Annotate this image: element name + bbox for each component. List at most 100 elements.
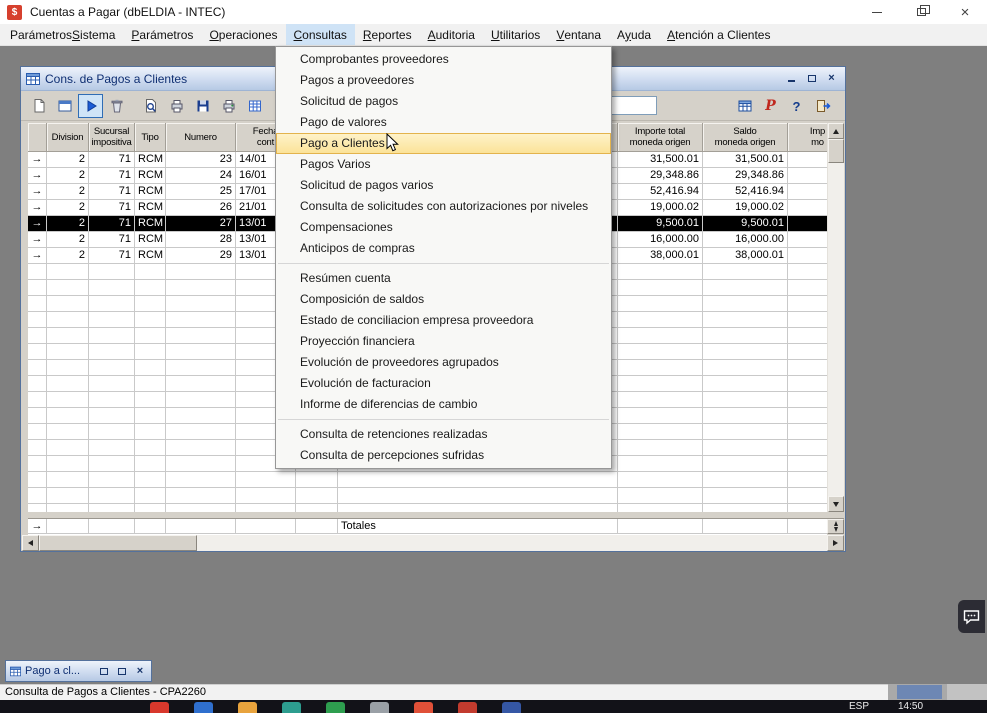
column-header-tipo[interactable]: Tipo xyxy=(135,123,166,152)
cell-sel[interactable]: → xyxy=(28,519,47,534)
cell-division[interactable]: 2 xyxy=(47,232,89,248)
cell-numero[interactable] xyxy=(166,519,236,534)
close-button[interactable]: × xyxy=(943,0,987,24)
menu-item-compensaciones[interactable]: Compensaciones xyxy=(276,217,611,238)
cell-saldo[interactable]: 52,416.94 xyxy=(703,184,788,200)
cell-importe[interactable]: 16,000.00 xyxy=(618,232,703,248)
taskbar-clock[interactable]: 14:50 xyxy=(898,701,923,712)
menu-item-composicion-de-saldos[interactable]: Composición de saldos xyxy=(276,289,611,310)
cell-extra1[interactable] xyxy=(296,519,338,534)
cell-importe[interactable]: 29,348.86 xyxy=(618,168,703,184)
scroll-down-button[interactable] xyxy=(828,496,844,512)
vertical-scrollbar[interactable] xyxy=(827,123,844,512)
cell-tipo[interactable] xyxy=(135,519,166,534)
restore-button[interactable] xyxy=(899,0,943,24)
menu-item-pago-a-clientes[interactable]: Pago a Clientes xyxy=(276,133,611,154)
cell-tipo[interactable]: RCM xyxy=(135,184,166,200)
menu-item-informe-de-diferencias-de-cambio[interactable]: Informe de diferencias de cambio xyxy=(276,394,611,415)
menu-item-pagos-varios[interactable]: Pagos Varios xyxy=(276,154,611,175)
cell-tipo[interactable]: RCM xyxy=(135,248,166,264)
cell-sucursal[interactable]: 71 xyxy=(89,184,135,200)
pesos-button[interactable]: P xyxy=(758,94,783,118)
menubar-item-reportes[interactable]: Reportes xyxy=(355,24,420,45)
menu-item-consulta-de-percepciones-sufridas[interactable]: Consulta de percepciones sufridas xyxy=(276,445,611,466)
taskbar-icon[interactable] xyxy=(150,702,169,713)
taskbar-icon[interactable] xyxy=(370,702,389,713)
run-query-button[interactable] xyxy=(78,94,103,118)
cell-sucursal[interactable]: 71 xyxy=(89,248,135,264)
print-alt-button[interactable] xyxy=(216,94,241,118)
menu-item-anticipos-de-compras[interactable]: Anticipos de compras xyxy=(276,238,611,259)
preview-button[interactable] xyxy=(138,94,163,118)
cell-sucursal[interactable]: 71 xyxy=(89,200,135,216)
taskbar-icon[interactable] xyxy=(458,702,477,713)
cell-sucursal[interactable]: 71 xyxy=(89,168,135,184)
save-button[interactable] xyxy=(190,94,215,118)
cell-imp2[interactable] xyxy=(788,216,827,232)
taskbar-icon[interactable] xyxy=(282,702,301,713)
cell-importe[interactable]: 19,000.02 xyxy=(618,200,703,216)
taskbar-icon[interactable] xyxy=(194,702,213,713)
cell-sucursal[interactable] xyxy=(89,519,135,534)
menubar-item-auditoria[interactable]: Auditoria xyxy=(420,24,483,45)
menu-item-proyeccion-financiera[interactable]: Proyección financiera xyxy=(276,331,611,352)
row-splitter[interactable] xyxy=(827,519,844,534)
exit-button[interactable] xyxy=(810,94,835,118)
menubar-item-operaciones[interactable]: Operaciones xyxy=(201,24,285,45)
cell-sucursal[interactable]: 71 xyxy=(89,232,135,248)
cell-numero[interactable]: 23 xyxy=(166,152,236,168)
cell-saldo[interactable]: 19,000.02 xyxy=(703,200,788,216)
menubar-item-parametros-sistema[interactable]: Parámetros Sistema xyxy=(2,24,123,45)
cell-tipo[interactable]: RCM xyxy=(135,152,166,168)
column-header-imp-mo[interactable]: Impmo xyxy=(788,123,827,152)
titlebar[interactable]: $ Cuentas a Pagar (dbELDIA - INTEC) × xyxy=(0,0,987,24)
menubar-item-ayuda[interactable]: Ayuda xyxy=(609,24,659,45)
cell-sel[interactable]: → xyxy=(28,216,47,232)
taskbar-icon[interactable] xyxy=(414,702,433,713)
menu-item-estado-de-conciliacion-empresa-proveedora[interactable]: Estado de conciliacion empresa proveedor… xyxy=(276,310,611,331)
cell-imp2[interactable] xyxy=(788,519,827,534)
horizontal-scrollbar[interactable] xyxy=(22,535,844,551)
cell-saldo[interactable] xyxy=(703,519,788,534)
cell-division[interactable]: 2 xyxy=(47,248,89,264)
export-grid-button[interactable] xyxy=(242,94,267,118)
cell-sel[interactable]: → xyxy=(28,200,47,216)
cell-numero[interactable]: 29 xyxy=(166,248,236,264)
totales-grid-row[interactable]: → Totales xyxy=(28,519,827,535)
cell-importe[interactable]: 9,500.01 xyxy=(618,216,703,232)
cell-saldo[interactable]: 38,000.01 xyxy=(703,248,788,264)
taskbar-icon[interactable] xyxy=(502,702,521,713)
cell-sel[interactable]: → xyxy=(28,248,47,264)
cell-tipo[interactable]: RCM xyxy=(135,168,166,184)
menu-item-evolucion-de-facturacion[interactable]: Evolución de facturacion xyxy=(276,373,611,394)
menu-item-evolucion-de-proveedores-agrupados[interactable]: Evolución de proveedores agrupados xyxy=(276,352,611,373)
menu-item-consulta-de-retenciones-realizadas[interactable]: Consulta de retenciones realizadas xyxy=(276,424,611,445)
menu-item-solicitud-de-pagos[interactable]: Solicitud de pagos xyxy=(276,91,611,112)
taskbar-language[interactable]: ESP xyxy=(849,701,869,712)
menubar-item-atencion-a-clientes[interactable]: Atención a Clientes xyxy=(659,24,778,45)
cell-imp2[interactable] xyxy=(788,152,827,168)
cell-numero[interactable]: 25 xyxy=(166,184,236,200)
cell-division[interactable]: 2 xyxy=(47,184,89,200)
cell-importe[interactable]: 31,500.01 xyxy=(618,152,703,168)
horizontal-scroll-track[interactable] xyxy=(39,535,827,551)
cell-division[interactable]: 2 xyxy=(47,168,89,184)
cell-sel[interactable]: → xyxy=(28,168,47,184)
column-header-sel[interactable] xyxy=(28,123,47,152)
cell-division[interactable] xyxy=(47,519,89,534)
menubar-item-ventana[interactable]: Ventana xyxy=(548,24,609,45)
min-close-button[interactable]: × xyxy=(133,665,147,678)
cell-importe[interactable]: 52,416.94 xyxy=(618,184,703,200)
cell-imp2[interactable] xyxy=(788,168,827,184)
menu-item-resumen-cuenta[interactable]: Resúmen cuenta xyxy=(276,268,611,289)
column-header-saldo-moneda-origen[interactable]: Saldomoneda origen xyxy=(703,123,788,152)
delete-record-button[interactable] xyxy=(104,94,129,118)
open-form-button[interactable] xyxy=(52,94,77,118)
cell-concepto[interactable]: Totales xyxy=(338,519,618,534)
cell-imp2[interactable] xyxy=(788,248,827,264)
min-restore-button[interactable] xyxy=(97,665,111,678)
menu-item-consulta-de-solicitudes-con-autorizaciones-por-niveles[interactable]: Consulta de solicitudes con autorizacion… xyxy=(276,196,611,217)
cell-sucursal[interactable]: 71 xyxy=(89,216,135,232)
scroll-right-button[interactable] xyxy=(827,535,844,551)
cell-saldo[interactable]: 9,500.01 xyxy=(703,216,788,232)
